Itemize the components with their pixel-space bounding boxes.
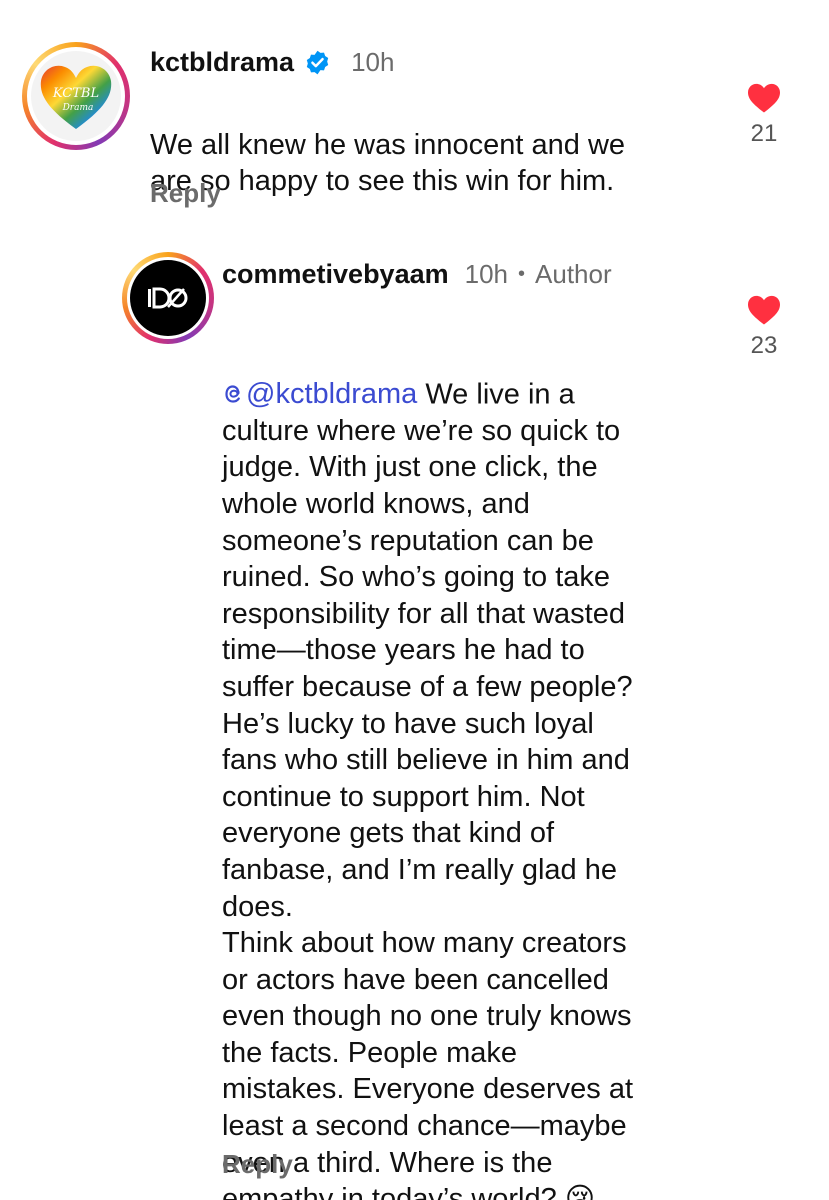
- like-count: 23: [750, 332, 778, 359]
- reply-button[interactable]: Reply: [222, 1149, 293, 1180]
- like-button[interactable]: 23: [734, 294, 794, 360]
- comment-kctbldrama: KCTBL Drama kctbldrama 10h We all knew h…: [0, 0, 829, 230]
- brand-logo-icon: [148, 287, 188, 309]
- rainbow-heart-logo: KCTBL Drama: [40, 65, 112, 129]
- verified-badge-icon: [304, 49, 331, 76]
- author-tag: Author: [535, 258, 612, 289]
- heart-icon: [734, 294, 794, 326]
- comment-header: commetivebyaam 10h • Author: [222, 256, 612, 292]
- heart-icon: [734, 82, 794, 114]
- comment-header: kctbldrama 10h: [150, 44, 394, 80]
- mention-handle: @kctbldrama: [246, 378, 418, 411]
- timestamp: 10h: [464, 258, 509, 289]
- avatar[interactable]: [122, 252, 214, 344]
- reply-button[interactable]: Reply: [150, 178, 221, 209]
- avatar-logo-text: KCTBL: [52, 86, 99, 101]
- username[interactable]: commetivebyaam: [222, 259, 449, 290]
- mention-link[interactable]: @kctbldrama: [222, 378, 417, 410]
- like-button[interactable]: 21: [734, 82, 794, 148]
- comment-text: @kctbldrama We live in a culture where w…: [222, 306, 722, 1200]
- like-count: 21: [750, 120, 778, 147]
- timestamp: 10h: [351, 46, 395, 77]
- username[interactable]: kctbldrama: [150, 47, 294, 78]
- avatar[interactable]: KCTBL Drama: [22, 42, 130, 150]
- avatar-logo-subtext: Drama: [62, 103, 94, 113]
- comments-page: KCTBL Drama kctbldrama 10h We all knew h…: [0, 0, 829, 1200]
- comment-body: We all knew he was innocent and we are s…: [150, 128, 626, 198]
- comment-commetivebyaam: commetivebyaam 10h • Author @kctbldrama …: [0, 230, 829, 1200]
- threads-icon: [222, 343, 244, 403]
- comment-text: We all knew he was innocent and we are s…: [150, 90, 720, 200]
- separator-dot: •: [518, 262, 526, 285]
- comment-body: We live in a culture where we’re so quic…: [222, 378, 634, 1200]
